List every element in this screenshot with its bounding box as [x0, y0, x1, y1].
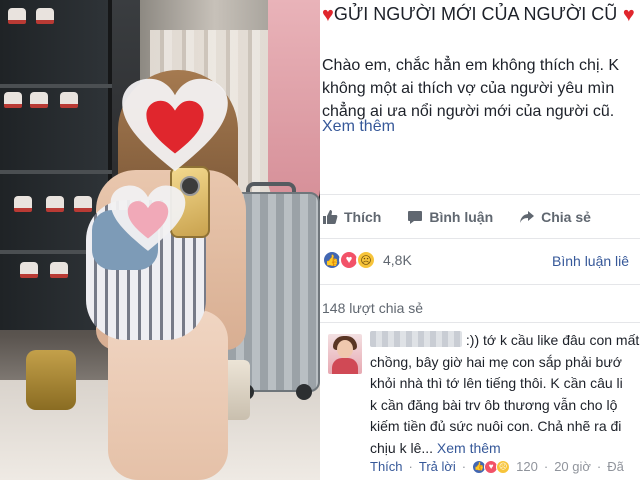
figurine [8, 8, 26, 24]
post-body-line: Chào em, chắc hẳn em không thích chị. K [322, 57, 620, 74]
share-button[interactable]: Chia sẻ [519, 209, 591, 225]
divider [320, 322, 640, 323]
separator-dot: · [596, 459, 602, 474]
separator-dot: · [543, 459, 549, 474]
reaction-count: 4,8K [383, 252, 412, 268]
comment-icon [408, 211, 423, 224]
reactions-summary[interactable]: 👍 ♥ ☹ 4,8K [322, 250, 412, 270]
see-more-link[interactable]: Xem thêm [322, 118, 395, 136]
thumbs-up-icon [323, 210, 338, 224]
comment-label: Bình luận [429, 209, 494, 225]
heart-icon: ♥ [617, 4, 635, 26]
share-count[interactable]: 148 lượt chia sẻ [322, 300, 423, 316]
divider [320, 284, 640, 285]
edited-label: Đã [607, 459, 624, 474]
comment-line: k cần đăng bài trv ôb thương vẫn cho lộ [370, 396, 618, 413]
shelf-board [0, 84, 112, 88]
comment-line: khỏi nhà thì tớ lên tiếng thôi. K cần câ… [370, 375, 623, 391]
figurine [4, 92, 22, 108]
figurine [30, 92, 48, 108]
post-title-text: GỬI NGƯỜI MỚI CỦA NGƯỜI CŨ [333, 4, 618, 24]
figurine [46, 196, 64, 212]
shelf-board [0, 170, 112, 174]
divider [320, 238, 640, 239]
heart-icon: ♥ [322, 4, 334, 26]
comment-timestamp[interactable]: 20 giờ [554, 459, 591, 474]
avatar[interactable] [328, 334, 362, 374]
comment-line: chồng, bây giờ hai mẹ con sắp phải bướ [370, 353, 622, 370]
handbag [26, 350, 76, 410]
pink-coat [268, 0, 320, 210]
comment-button[interactable]: Bình luận [407, 209, 493, 225]
avatar-face [337, 340, 353, 358]
comment-like-link[interactable]: Thích [370, 459, 403, 474]
heart-icon [122, 78, 228, 172]
comment-actions: Thích · Trả lời · 👍 ♥ ☹ 120 · 20 giờ · Đ… [370, 459, 624, 474]
heart-sticker-small [108, 184, 188, 254]
comment-reply-link[interactable]: Trả lời [419, 459, 456, 474]
divider [320, 194, 640, 195]
share-label: Chia sẻ [541, 209, 591, 225]
post-body: Chào em, chắc hẳn em không thích chị. K … [322, 54, 640, 123]
like-label: Thích [344, 209, 382, 225]
comment-see-more-link[interactable]: Xem thêm [437, 440, 501, 456]
heart-icon [110, 185, 186, 251]
separator-dot: · [461, 459, 467, 474]
figurine [14, 196, 32, 212]
commenter-name-blurred[interactable] [370, 331, 462, 347]
figurine [60, 92, 78, 108]
post-photo[interactable] [0, 0, 320, 480]
comment-line: chịu k lê... [370, 439, 434, 456]
facebook-post: ♥GỬI NGƯỜI MỚI CỦA NGƯỜI CŨ ♥ Chào em, c… [320, 0, 640, 480]
figurine [50, 262, 68, 278]
figurine [20, 262, 38, 278]
figurine [74, 196, 92, 212]
share-icon [520, 211, 535, 223]
comment-body: :)) tớ k cầu like đâu con mất c chồng, b… [370, 330, 640, 459]
post-body-line: không một ai thích vợ của người yêu mìn [322, 80, 615, 97]
avatar-body [332, 358, 358, 374]
sad-reaction-icon: ☹ [356, 250, 376, 270]
comments-link[interactable]: Bình luận liê [552, 253, 629, 269]
post-actions: Thích Bình luận Chia sẻ [320, 206, 640, 228]
comment-line: kiếm tiền đủ sức nuôi con. Chả nhẽ ra đi [370, 418, 622, 434]
suitcase-wheel [296, 384, 312, 400]
comment-reaction-count[interactable]: 120 [516, 459, 538, 474]
sad-reaction-icon: ☹ [496, 459, 511, 474]
post-title: ♥GỬI NGƯỜI MỚI CỦA NGƯỜI CŨ ♥ [322, 4, 640, 27]
like-button[interactable]: Thích [322, 209, 381, 225]
comment-line: :)) tớ k cầu like đâu con mất c [465, 332, 640, 348]
separator-dot: · [408, 459, 413, 474]
figurine [36, 8, 54, 24]
heart-sticker-large [120, 76, 230, 176]
